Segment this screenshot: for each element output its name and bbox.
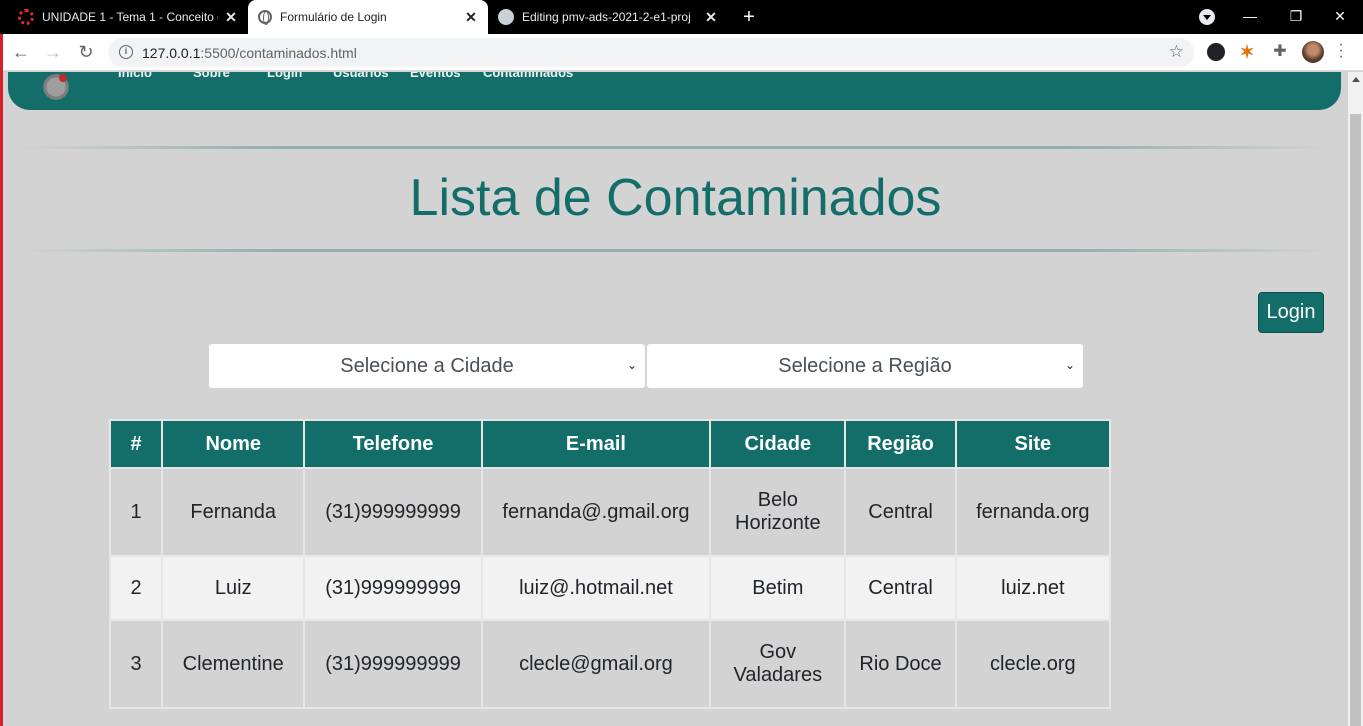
restore-button[interactable]: ❐ <box>1273 0 1319 32</box>
contaminated-table: # Nome Telefone E-mail Cidade Região Sit… <box>108 419 1112 709</box>
close-tab-icon[interactable]: ✕ <box>224 9 238 26</box>
divider-top <box>21 146 1331 149</box>
browser-tab-unidade[interactable]: UNIDADE 1 - Tema 1 - Conceito d ✕ <box>8 0 248 34</box>
column-header-cidade: Cidade <box>709 419 847 469</box>
scroll-up-icon[interactable] <box>1352 77 1360 82</box>
cell-email: clecle@gmail.org <box>480 619 712 709</box>
browser-menu-icon[interactable]: · · · <box>1336 37 1346 65</box>
table-row: 2 Luiz (31)999999999 luiz@.hotmail.net B… <box>108 555 1112 621</box>
loading-ring-icon <box>18 9 34 25</box>
cell-nome: Luiz <box>161 555 306 621</box>
close-tab-icon[interactable]: ✕ <box>464 9 478 26</box>
site-info-icon[interactable]: i <box>119 45 133 59</box>
back-icon[interactable]: ← <box>9 40 33 64</box>
bookmark-star-icon[interactable]: ☆ <box>1169 42 1184 62</box>
cell-regiao: Central <box>844 555 957 621</box>
cell-telefone: (31)999999999 <box>303 467 483 557</box>
close-window-button[interactable]: ✕ <box>1317 0 1363 32</box>
cell-telefone: (31)999999999 <box>303 619 483 709</box>
cell-regiao: Central <box>844 467 957 557</box>
cell-email: luiz@.hotmail.net <box>480 555 712 621</box>
puzzle-icon[interactable]: ✚ <box>1271 43 1289 61</box>
column-header-regiao: Região <box>844 419 957 469</box>
profile-avatar[interactable] <box>1302 41 1324 63</box>
divider-bottom <box>21 249 1331 252</box>
nav-link-inicio[interactable]: Início <box>118 72 152 80</box>
cell-regiao: Rio Doce <box>844 619 957 709</box>
table-row: 3 Clementine (31)999999999 clecle@gmail.… <box>108 619 1112 709</box>
column-header-nome: Nome <box>161 419 306 469</box>
close-tab-icon[interactable]: ✕ <box>704 9 718 26</box>
address-bar[interactable]: i 127.0.0.1:5500/contaminados.html ☆ <box>108 38 1194 67</box>
cell-id: 1 <box>108 467 164 557</box>
chevron-down-icon: ⌄ <box>1064 358 1075 372</box>
forward-icon[interactable]: → <box>41 40 65 64</box>
browser-tab-github[interactable]: Editing pmv-ads-2021-2-e1-proj ✕ <box>488 0 728 34</box>
github-icon <box>498 9 514 25</box>
reload-icon[interactable]: ↻ <box>74 40 98 64</box>
cell-id: 2 <box>108 555 164 621</box>
cell-id: 3 <box>108 619 164 709</box>
page-viewport: Início Sobre Login Usuários Eventos Cont… <box>3 72 1348 726</box>
region-select-value: Selecione a Região <box>778 354 952 377</box>
virus-logo-icon[interactable] <box>41 72 71 102</box>
region-select[interactable]: Selecione a Região ⌄ <box>647 344 1083 388</box>
tab-title: Editing pmv-ads-2021-2-e1-proj <box>522 10 691 24</box>
new-tab-button[interactable]: + <box>738 6 760 28</box>
table-row: 1 Fernanda (31)999999999 fernanda@.gmail… <box>108 467 1112 557</box>
tab-title: Formulário de Login <box>280 10 387 24</box>
nav-link-login[interactable]: Login <box>267 72 302 80</box>
cell-site: luiz.net <box>954 555 1112 621</box>
nav-link-eventos[interactable]: Eventos <box>410 72 461 80</box>
page-title: Lista de Contaminados <box>409 169 942 227</box>
tab-search-icon[interactable] <box>1199 9 1215 25</box>
cell-nome: Fernanda <box>161 467 306 557</box>
browser-tab-strip: UNIDADE 1 - Tema 1 - Conceito d ✕ Formul… <box>0 0 1363 34</box>
nav-link-contaminados[interactable]: Contaminados <box>483 72 573 80</box>
extension-orange-icon[interactable]: ✶ <box>1238 43 1256 61</box>
browser-toolbar: ← → ↻ i 127.0.0.1:5500/contaminados.html… <box>0 34 1363 71</box>
nav-link-usuarios[interactable]: Usuários <box>333 72 389 80</box>
page-scrollbar[interactable] <box>1348 72 1363 726</box>
cell-email: fernanda@.gmail.org <box>480 467 712 557</box>
cell-cidade: Gov Valadares <box>709 619 847 709</box>
cell-cidade: Betim <box>709 555 847 621</box>
column-header-id: # <box>108 419 164 469</box>
nav-link-sobre[interactable]: Sobre <box>193 72 230 80</box>
column-header-telefone: Telefone <box>303 419 483 469</box>
city-select-value: Selecione a Cidade <box>340 354 514 377</box>
browser-tab-login-form[interactable]: Formulário de Login ✕ <box>248 0 488 34</box>
tab-title: UNIDADE 1 - Tema 1 - Conceito d <box>42 10 218 24</box>
site-navbar: Início Sobre Login Usuários Eventos Cont… <box>8 72 1341 110</box>
url-text: 127.0.0.1:5500/contaminados.html <box>142 45 357 61</box>
login-button[interactable]: Login <box>1258 292 1324 333</box>
cell-telefone: (31)999999999 <box>303 555 483 621</box>
globe-icon <box>258 10 272 25</box>
minimize-button[interactable]: — <box>1227 0 1273 32</box>
column-header-email: E-mail <box>480 419 712 469</box>
table-header-row: # Nome Telefone E-mail Cidade Região Sit… <box>108 419 1112 469</box>
extension-dark-icon[interactable] <box>1207 43 1225 61</box>
cell-site: fernanda.org <box>954 467 1112 557</box>
cell-site: clecle.org <box>954 619 1112 709</box>
scrollbar-thumb[interactable] <box>1350 114 1361 726</box>
chevron-down-icon: ⌄ <box>626 358 637 372</box>
cell-cidade: Belo Horizonte <box>709 467 847 557</box>
column-header-site: Site <box>954 419 1112 469</box>
city-select[interactable]: Selecione a Cidade ⌄ <box>209 344 645 388</box>
cell-nome: Clementine <box>161 619 306 709</box>
